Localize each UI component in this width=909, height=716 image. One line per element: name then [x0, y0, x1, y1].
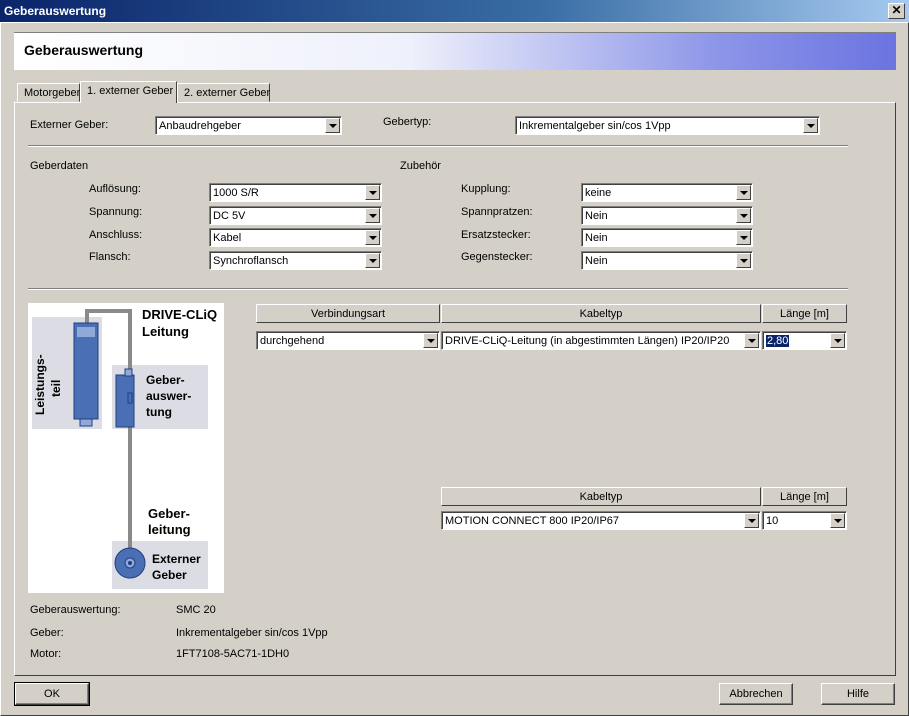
- tab-externer-geber-1[interactable]: 1. externer Geber: [80, 81, 177, 103]
- tab-motorgeber[interactable]: Motorgeber: [17, 83, 80, 102]
- laenge-2-select[interactable]: 10: [762, 511, 847, 530]
- gebertyp-label: Gebertyp:: [383, 116, 432, 128]
- summary-geber-label: Geber:: [30, 627, 64, 639]
- spannung-select[interactable]: DC 5V: [209, 206, 382, 225]
- anschluss-select[interactable]: Kabel: [209, 228, 382, 247]
- window-title: Geberauswertung: [0, 0, 909, 22]
- leistungsteil-top: [77, 327, 95, 337]
- gegenstecker-label: Gegenstecker:: [461, 251, 533, 263]
- ersatzstecker-label: Ersatzstecker:: [461, 229, 531, 241]
- page-title: Geberauswertung: [24, 42, 144, 58]
- geberleitung-label-1: Geber-: [148, 506, 190, 521]
- chevron-down-icon[interactable]: [830, 333, 845, 348]
- geberauswertung-connector: [124, 368, 133, 377]
- column-header-kabeltyp[interactable]: Kabeltyp: [441, 304, 761, 323]
- geberauswertung-label-1: Geber-: [146, 373, 185, 387]
- summary-geber-value: Inkrementalgeber sin/cos 1Vpp: [176, 627, 328, 639]
- chevron-down-icon[interactable]: [736, 208, 751, 223]
- chevron-down-icon[interactable]: [736, 253, 751, 268]
- aufloesung-select[interactable]: 1000 S/R: [209, 183, 382, 202]
- leistungsteil-label-1: Leistungs-: [33, 354, 47, 415]
- chevron-down-icon[interactable]: [365, 253, 380, 268]
- column-header-laenge-2[interactable]: Länge [m]: [762, 487, 847, 506]
- separator: [28, 288, 848, 290]
- externer-geber-center: [128, 561, 132, 565]
- help-button[interactable]: Hilfe: [821, 683, 895, 705]
- chevron-down-icon[interactable]: [736, 230, 751, 245]
- cancel-button[interactable]: Abbrechen: [719, 683, 793, 705]
- leistungsteil-module: [73, 322, 99, 420]
- laenge-select[interactable]: 2,80: [762, 331, 847, 350]
- chevron-down-icon[interactable]: [744, 333, 759, 348]
- chevron-down-icon[interactable]: [830, 513, 845, 528]
- flansch-label: Flansch:: [89, 251, 131, 263]
- tab-externer-geber-2[interactable]: 2. externer Geber: [177, 83, 270, 102]
- externer-geber-select[interactable]: Anbaudrehgeber: [155, 116, 342, 135]
- gebertyp-select[interactable]: Inkrementalgeber sin/cos 1Vpp: [515, 116, 820, 135]
- geberleitung-label-2: leitung: [148, 522, 191, 537]
- spannpratzen-select[interactable]: Nein: [581, 206, 753, 225]
- column-header-verbindungsart[interactable]: Verbindungsart: [256, 304, 440, 323]
- close-icon[interactable]: ✕: [888, 3, 905, 19]
- summary-geberauswertung-value: SMC 20: [176, 604, 216, 616]
- connection-diagram-graphic: [32, 309, 208, 589]
- gegenstecker-select[interactable]: Nein: [581, 251, 753, 270]
- externer-geber-label-2: Geber: [152, 568, 187, 582]
- geberauswertung-label-3: tung: [146, 405, 172, 419]
- summary-motor-label: Motor:: [30, 648, 62, 660]
- chevron-down-icon[interactable]: [365, 208, 380, 223]
- flansch-select[interactable]: Synchroflansch: [209, 251, 382, 270]
- ok-button[interactable]: OK: [14, 682, 90, 706]
- kupplung-label: Kupplung:: [461, 183, 511, 195]
- chevron-down-icon[interactable]: [803, 118, 818, 133]
- geberauswertung-label-2: auswer-: [146, 389, 192, 403]
- spannung-label: Spannung:: [89, 206, 143, 218]
- chevron-down-icon[interactable]: [423, 333, 438, 348]
- externer-geber-label-1: Externer: [152, 552, 201, 566]
- spannpratzen-label: Spannpratzen:: [461, 206, 533, 218]
- drive-cliq-label-2: Leitung: [142, 324, 189, 339]
- kabeltyp-select[interactable]: DRIVE-CLiQ-Leitung (in abgestimmten Läng…: [441, 331, 761, 350]
- leistungsteil-foot: [79, 418, 93, 427]
- summary-motor-value: 1FT7108-5AC71-1DH0: [176, 648, 290, 660]
- externer-geber-label: Externer Geber:: [30, 119, 109, 131]
- chevron-down-icon[interactable]: [736, 185, 751, 200]
- header-banner: [14, 32, 896, 70]
- column-header-kabeltyp-2[interactable]: Kabeltyp: [441, 487, 761, 506]
- kupplung-select[interactable]: keine: [581, 183, 753, 202]
- anschluss-label: Anschluss:: [89, 229, 143, 241]
- kabeltyp-2-select[interactable]: MOTION CONNECT 800 IP20/IP67: [441, 511, 761, 530]
- chevron-down-icon[interactable]: [325, 118, 340, 133]
- ersatzstecker-select[interactable]: Nein: [581, 228, 753, 247]
- chevron-down-icon[interactable]: [744, 513, 759, 528]
- summary-geberauswertung-label: Geberauswertung:: [30, 604, 121, 616]
- zubehoer-heading: Zubehör: [400, 160, 441, 172]
- aufloesung-label: Auflösung:: [89, 183, 141, 195]
- drive-cliq-label-1: DRIVE-CLiQ: [142, 307, 218, 322]
- chevron-down-icon[interactable]: [365, 230, 380, 245]
- chevron-down-icon[interactable]: [365, 185, 380, 200]
- verbindungsart-select[interactable]: durchgehend: [256, 331, 440, 350]
- geberauswertung-module: [115, 374, 135, 428]
- geberdaten-heading: Geberdaten: [30, 160, 89, 172]
- column-header-laenge[interactable]: Länge [m]: [762, 304, 847, 323]
- leistungsteil-label-2: teil: [49, 379, 63, 397]
- connection-diagram: DRIVE-CLiQ Leitung Leistungs- teil Geber…: [28, 303, 224, 593]
- separator: [28, 145, 848, 147]
